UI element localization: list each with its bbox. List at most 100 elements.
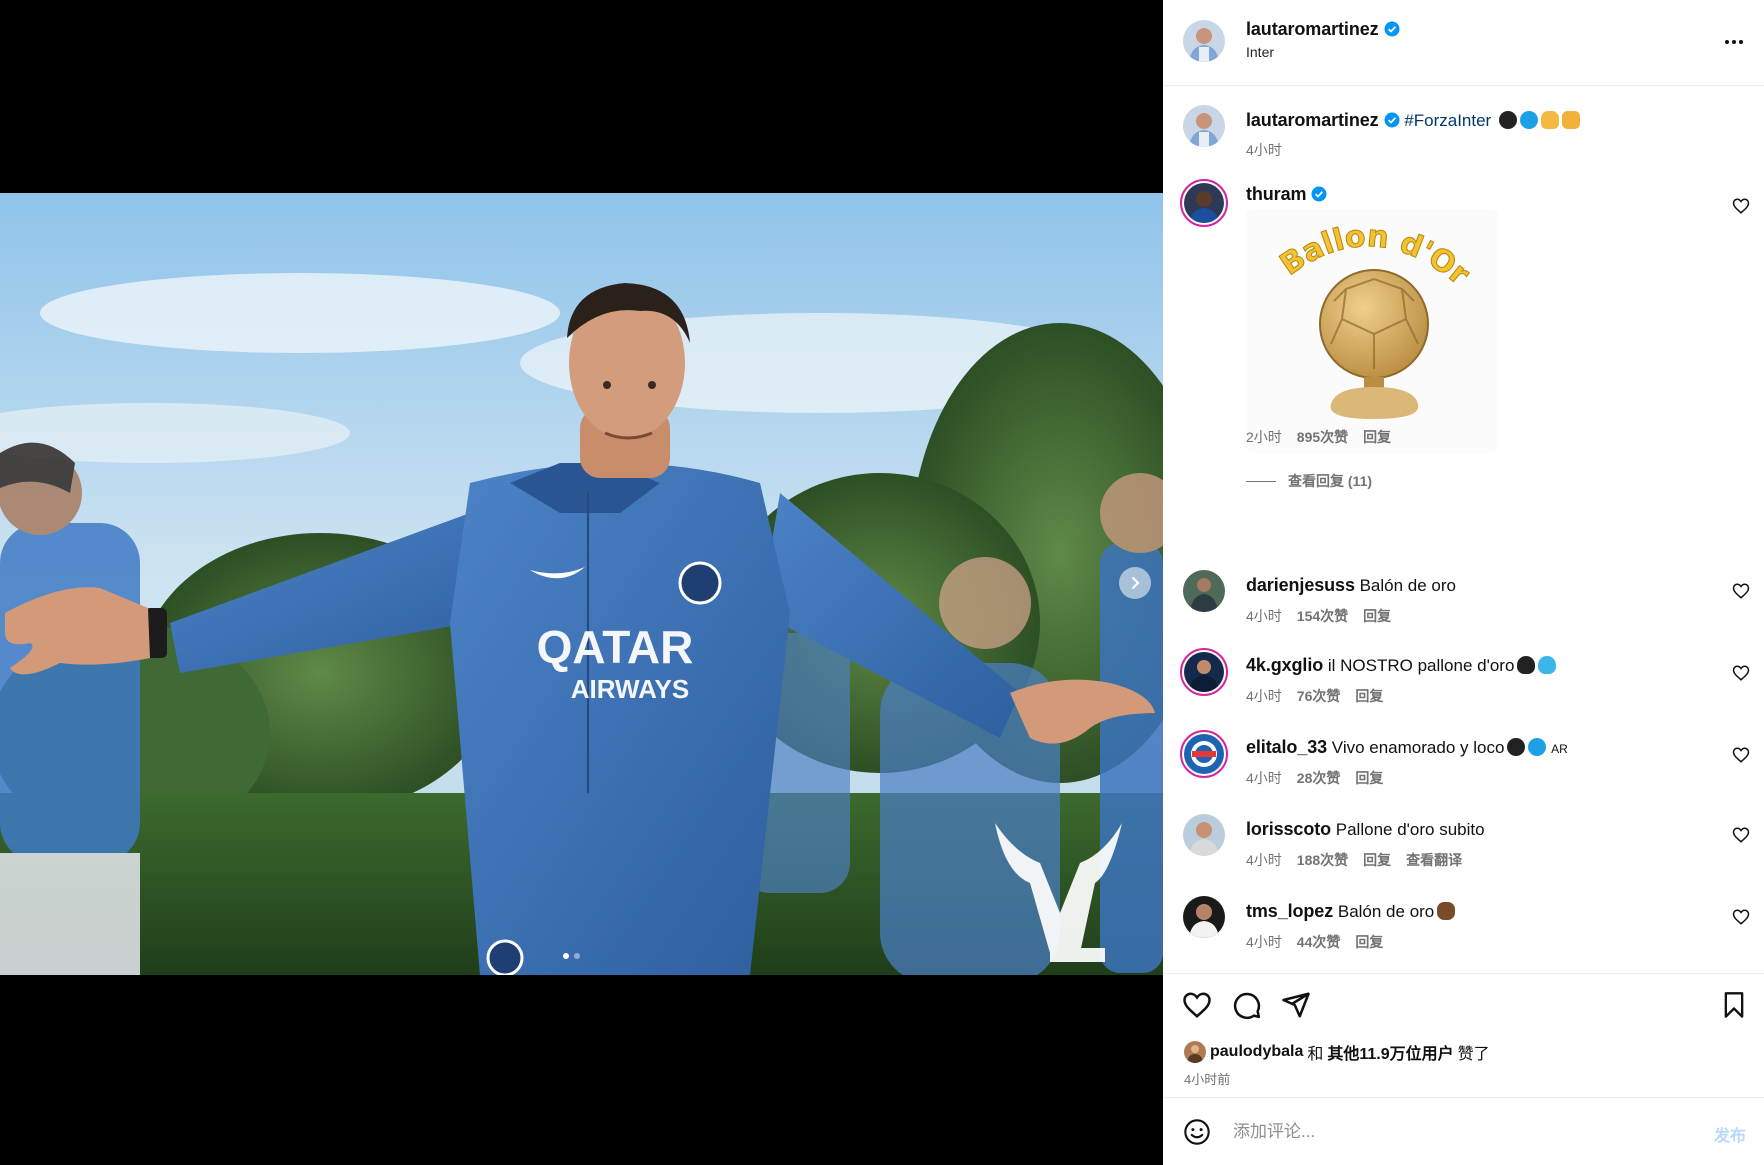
comment-likes[interactable]: 188次赞 (1297, 850, 1348, 870)
heart-icon[interactable] (1732, 746, 1750, 764)
reply-button[interactable]: 回复 (1363, 606, 1391, 626)
post-location[interactable]: Inter (1246, 44, 1400, 60)
comment-username[interactable]: darienjesuss (1246, 575, 1355, 595)
comment-body: elitalo_33 Vivo enamorado y loco AR (1246, 735, 1704, 761)
more-icon (1725, 40, 1743, 44)
comment-input[interactable] (1233, 1118, 1653, 1146)
comment-likes[interactable]: 28次赞 (1297, 768, 1341, 788)
liker-avatar (1184, 1041, 1206, 1063)
carousel-dot-2 (574, 953, 580, 959)
comment: 4k.gxglio il NOSTRO pallone d'oro 4小时 76次… (1163, 648, 1764, 714)
comment-avatar[interactable] (1183, 814, 1225, 856)
caption-time: 4小时 (1246, 142, 1282, 158)
comment-text: il NOSTRO pallone d'oro (1327, 656, 1515, 675)
carousel-dot-1 (563, 953, 569, 959)
comment-likes[interactable]: 154次赞 (1297, 606, 1348, 626)
heart-icon[interactable] (1732, 582, 1750, 600)
comment-avatar[interactable] (1180, 179, 1228, 227)
comment-meta: 4小时 76次赞 回复 (1246, 686, 1383, 706)
more-options-button[interactable] (1722, 30, 1746, 59)
heart-icon[interactable] (1732, 664, 1750, 682)
comment-meta: 2小时 895次赞 回复 (1246, 427, 1391, 447)
comment-time: 4小时 (1246, 770, 1282, 786)
caption-username[interactable]: lautaromartinez (1246, 110, 1379, 130)
comment-text: Pallone d'oro subito (1335, 820, 1485, 839)
blue-circle-emoji-icon (1528, 738, 1547, 756)
comment-meta: 4小时 28次赞 回复 (1246, 768, 1383, 788)
likes-connector: 和 (1307, 1046, 1324, 1063)
comment-meta: 4小时 154次赞 回复 (1246, 606, 1391, 626)
reply-button[interactable]: 回复 (1363, 850, 1391, 870)
heart-icon[interactable] (1732, 197, 1750, 215)
comment-time: 2小时 (1246, 429, 1282, 445)
heart-icon[interactable] (1732, 908, 1750, 926)
bookmark-icon[interactable] (1720, 990, 1748, 1020)
carousel-next-button[interactable] (1119, 567, 1151, 599)
emoji-icon[interactable] (1183, 1118, 1211, 1146)
comment-avatar[interactable] (1183, 896, 1225, 938)
comment-username[interactable]: thuram (1246, 184, 1307, 204)
comment-likes[interactable]: 895次赞 (1297, 427, 1348, 447)
comment-body: darienjesuss Balón de oro (1246, 573, 1704, 598)
post-photo[interactable]: QATAR AIRWAYS (0, 193, 1163, 975)
reply-button[interactable]: 回复 (1363, 427, 1391, 447)
comment-body: thuram (1246, 182, 1704, 207)
comment-avatar[interactable] (1180, 730, 1228, 778)
verified-badge-icon (1311, 186, 1327, 202)
caption-avatar[interactable] (1183, 105, 1225, 147)
comment-body: 4k.gxglio il NOSTRO pallone d'oro (1246, 653, 1704, 678)
comment-avatar[interactable] (1180, 648, 1228, 696)
person-emoji-icon (1540, 111, 1559, 129)
folded-hands-emoji-icon (1561, 111, 1580, 129)
bull-emoji-icon (1437, 902, 1456, 920)
svg-text:QATAR: QATAR (537, 621, 694, 673)
comment-username[interactable]: elitalo_33 (1246, 737, 1327, 757)
likes-others[interactable]: 其他11.9万位用户 (1327, 1040, 1453, 1064)
post-comment-button[interactable]: 发布 (1714, 1122, 1746, 1146)
comment-text: Vivo enamorado y loco (1331, 738, 1505, 757)
comment-body: lorisscoto Pallone d'oro subito (1246, 817, 1704, 842)
black-circle-emoji-icon (1507, 738, 1526, 756)
comment-likes[interactable]: 44次赞 (1297, 932, 1341, 952)
likes-summary[interactable]: paulodybala 和其他11.9万位用户 赞了 (1184, 1040, 1490, 1064)
liker-username[interactable]: paulodybala (1210, 1043, 1303, 1061)
comment-username[interactable]: tms_lopez (1246, 901, 1333, 921)
comment-icon[interactable] (1232, 990, 1262, 1020)
heart-icon[interactable] (1732, 826, 1750, 844)
caption-body: lautaromartinez #ForzaInter (1246, 108, 1704, 133)
comment: thuram Ballon d'Or 2小时 895次赞 回复 查看回复 (11… (1163, 179, 1764, 519)
post-actions: paulodybala 和其他11.9万位用户 赞了 4小时前 (1163, 973, 1764, 1097)
comment-meta: 4小时 44次赞 回复 (1246, 932, 1383, 952)
share-icon[interactable] (1281, 990, 1311, 1020)
comment-time: 4小时 (1246, 608, 1282, 624)
caption-meta: 4小时 (1246, 140, 1282, 160)
post-header: lautaromartinez Inter (1163, 0, 1764, 86)
comment-avatar[interactable] (1183, 570, 1225, 612)
view-replies-button[interactable]: 查看回复 (11) (1246, 471, 1372, 491)
ballon-dor-sticker[interactable]: Ballon d'Or (1246, 209, 1498, 453)
heart-icon[interactable] (1182, 990, 1212, 1020)
verified-badge-icon (1384, 21, 1400, 37)
reply-button[interactable]: 回复 (1355, 686, 1383, 706)
comment-username[interactable]: 4k.gxglio (1246, 655, 1323, 675)
post-media: QATAR AIRWAYS (0, 0, 1163, 1165)
comment-likes[interactable]: 76次赞 (1297, 686, 1341, 706)
author-avatar[interactable] (1183, 20, 1225, 62)
comment-username[interactable]: lorisscoto (1246, 819, 1331, 839)
flag-code-text: AR (1551, 742, 1568, 756)
likes-suffix: 赞了 (1457, 1046, 1490, 1063)
verified-badge-icon (1384, 112, 1400, 128)
blue-circle-emoji-icon (1519, 111, 1538, 129)
comment-time: 4小时 (1246, 688, 1282, 704)
comments-list[interactable]: lautaromartinez #ForzaInter 4小时 thuram B… (1163, 87, 1764, 973)
caption-hashtag[interactable]: #ForzaInter (1404, 111, 1491, 130)
post-side-panel: lautaromartinez Inter lautaromartinez #F… (1163, 0, 1764, 1165)
chevron-right-icon (1131, 576, 1140, 590)
divider-line (1246, 480, 1276, 482)
reply-button[interactable]: 回复 (1355, 932, 1383, 952)
translate-button[interactable]: 查看翻译 (1406, 850, 1462, 870)
reply-button[interactable]: 回复 (1355, 768, 1383, 788)
comment-composer: 发布 (1163, 1097, 1764, 1165)
author-username[interactable]: lautaromartinez (1246, 19, 1379, 39)
black-heart-emoji-icon (1517, 656, 1536, 674)
